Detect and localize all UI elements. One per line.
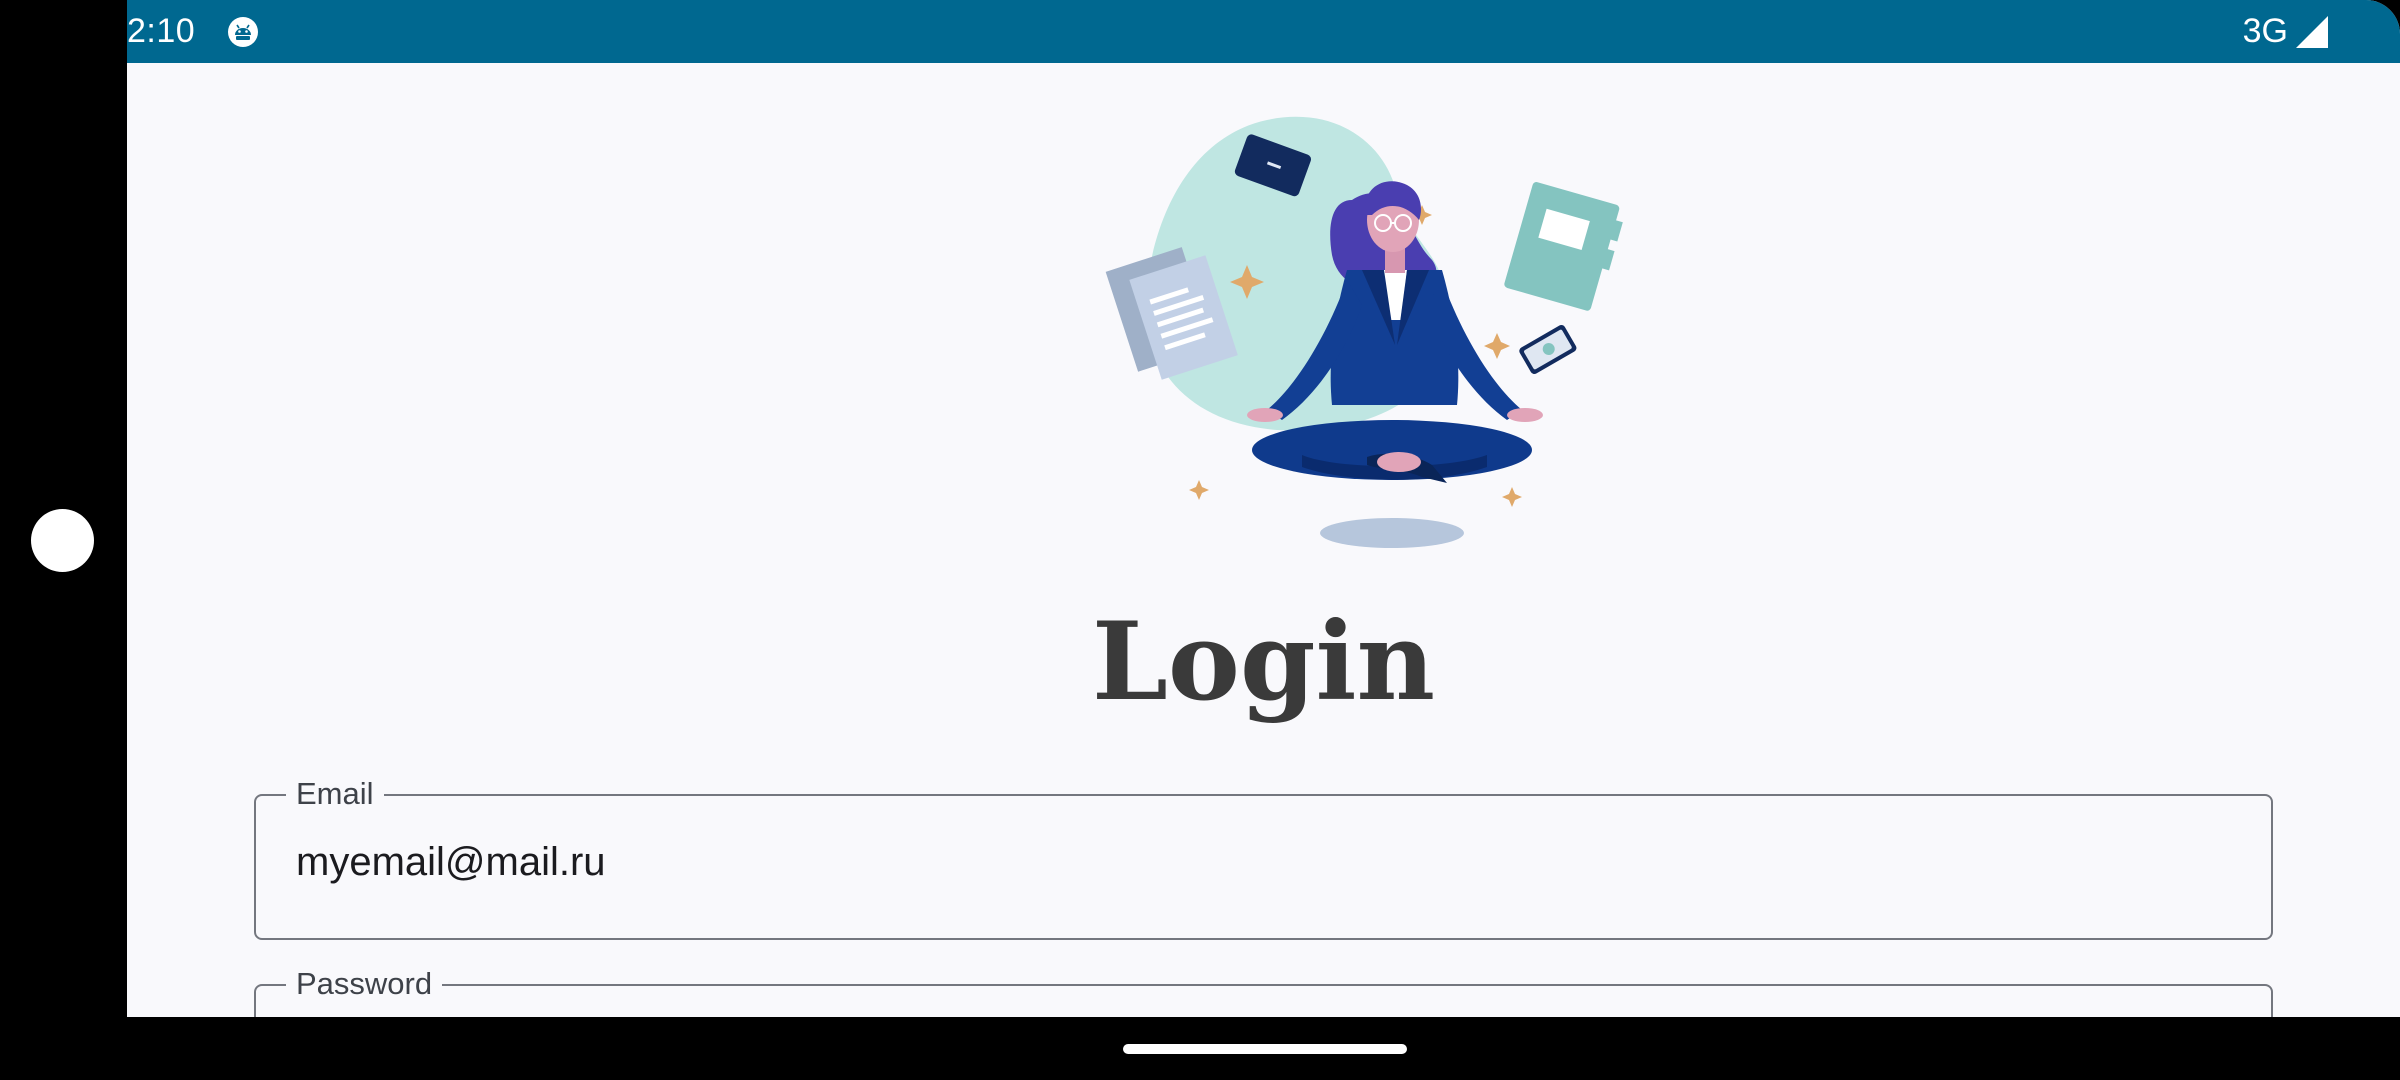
device-frame: 2:10 3G Login Email myemail@mail.ru Pass… <box>0 0 2400 1080</box>
navigation-bar <box>127 1017 2400 1080</box>
home-gesture-handle[interactable] <box>1123 1044 1407 1054</box>
password-field[interactable]: Password <box>254 967 2273 1017</box>
email-field[interactable]: Email myemail@mail.ru <box>254 777 2273 940</box>
status-time: 2:10 <box>127 12 196 50</box>
email-input[interactable]: myemail@mail.ru <box>296 840 2196 885</box>
page-title: Login <box>1091 599 1436 725</box>
email-label: Email <box>286 777 384 811</box>
status-bar: 2:10 3G <box>127 0 2400 63</box>
password-label: Password <box>286 967 443 1001</box>
meditating-woman-illustration <box>1105 116 1623 548</box>
app-screen: 2:10 3G Login Email myemail@mail.ru Pass… <box>127 0 2400 1017</box>
left-bezel <box>0 0 127 1080</box>
android-debug-icon <box>228 17 258 47</box>
camera-cutout <box>31 509 94 572</box>
cell-signal-icon <box>2296 16 2328 48</box>
network-type: 3G <box>2242 12 2288 50</box>
